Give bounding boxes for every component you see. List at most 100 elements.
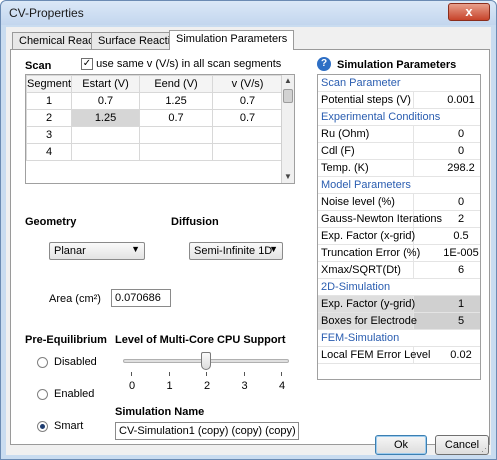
property-value[interactable]: 0.5: [418, 230, 497, 242]
eend-cell[interactable]: 0.7: [139, 109, 214, 127]
estart-cell[interactable]: 1.25: [71, 109, 141, 127]
property-divider: [413, 262, 414, 278]
close-icon: x: [465, 4, 473, 19]
property-row[interactable]: Truncation Error (%) 1E-005: [318, 245, 480, 262]
area-input[interactable]: 0.070686: [111, 289, 171, 307]
diffusion-selected-value: Semi-Infinite 1D: [194, 245, 273, 257]
property-category-label: FEM-Simulation: [321, 332, 400, 344]
geometry-select[interactable]: Planar ▼: [49, 242, 145, 260]
table-row: 2 1.25 0.7 0.7: [26, 109, 284, 127]
title-bar[interactable]: CV-Properties x: [1, 1, 496, 25]
estart-cell[interactable]: [71, 143, 141, 161]
property-row[interactable]: Local FEM Error Level 0.02: [318, 347, 480, 364]
property-value[interactable]: 0: [418, 196, 497, 208]
property-row[interactable]: Xmax/SQRT(Dt) 6: [318, 262, 480, 279]
radio-enabled-circle[interactable]: [37, 388, 48, 400]
multicore-label: Level of Multi-Core CPU Support: [115, 334, 286, 346]
geometry-selected-value: Planar: [54, 245, 86, 257]
slider-tick-label: 2: [203, 380, 211, 392]
rate-cell[interactable]: 0.7: [212, 92, 284, 110]
slider-tick-mark: [168, 372, 170, 376]
scroll-up-icon[interactable]: ▲: [282, 75, 294, 87]
property-name: Xmax/SQRT(Dt): [321, 264, 401, 276]
segment-cell: 4: [26, 143, 73, 161]
close-button[interactable]: x: [448, 3, 490, 21]
scroll-down-icon[interactable]: ▼: [282, 171, 294, 183]
property-value[interactable]: 0.02: [418, 349, 497, 361]
rate-cell[interactable]: [212, 126, 284, 144]
property-name: Exp. Factor (y-grid): [321, 298, 416, 310]
property-value[interactable]: 0.001: [418, 94, 497, 106]
property-row[interactable]: Temp. (K) 298.2: [318, 160, 480, 177]
property-category: 2D-Simulation: [318, 279, 480, 296]
property-divider: [413, 194, 414, 210]
property-category-label: Experimental Conditions: [321, 111, 441, 123]
property-category-label: Model Parameters: [321, 179, 411, 191]
slider-tick-mark: [243, 372, 245, 376]
column-header-segment[interactable]: Segment: [26, 75, 73, 93]
property-value[interactable]: 1E-005: [418, 247, 497, 259]
slider-thumb[interactable]: [201, 352, 211, 370]
property-name: Boxes for Electrode: [321, 315, 417, 327]
grid-vertical-scrollbar[interactable]: ▲ ▼: [281, 75, 294, 183]
use-same-rate-option[interactable]: ✓ use same v (V/s) in all scan segments: [81, 58, 281, 71]
property-name: Potential steps (V): [321, 94, 411, 106]
table-row: 3: [26, 126, 284, 144]
property-value[interactable]: 0: [418, 145, 497, 157]
radio-smart[interactable]: Smart: [37, 420, 83, 432]
property-name: Truncation Error (%): [321, 247, 421, 259]
property-name: Local FEM Error Level: [321, 349, 431, 361]
slider-tick-label: 0: [128, 380, 136, 392]
radio-smart-label: Smart: [54, 420, 84, 432]
chevron-down-icon: ▼: [269, 244, 278, 254]
property-row[interactable]: Boxes for Electrode 5: [318, 313, 480, 330]
radio-disabled[interactable]: Disabled: [37, 356, 97, 368]
simulation-name-label: Simulation Name: [115, 406, 205, 418]
column-header-estart[interactable]: Estart (V): [71, 75, 141, 93]
table-row: 1 0.7 1.25 0.7: [26, 92, 284, 110]
property-value[interactable]: 5: [418, 315, 497, 327]
column-header-eend[interactable]: Eend (V): [139, 75, 214, 93]
estart-cell[interactable]: 0.7: [71, 92, 141, 110]
property-row[interactable]: Potential steps (V) 0.001: [318, 92, 480, 109]
eend-cell[interactable]: 1.25: [139, 92, 214, 110]
property-category-label: 2D-Simulation: [321, 281, 391, 293]
property-row[interactable]: Exp. Factor (y-grid) 1: [318, 296, 480, 313]
eend-cell[interactable]: [139, 143, 214, 161]
use-same-rate-checkbox[interactable]: ✓: [81, 58, 93, 71]
property-value[interactable]: 2: [418, 213, 497, 225]
segment-cell: 1: [26, 92, 73, 110]
scroll-thumb[interactable]: [283, 89, 293, 103]
rate-cell[interactable]: [212, 143, 284, 161]
window-title: CV-Properties: [9, 6, 84, 20]
simulation-name-input[interactable]: CV-Simulation1 (copy) (copy) (copy) (cop…: [115, 422, 299, 440]
property-row[interactable]: Ru (Ohm) 0: [318, 126, 480, 143]
property-name: Exp. Factor (x-grid): [321, 230, 416, 242]
rate-cell[interactable]: 0.7: [212, 109, 284, 127]
column-header-rate[interactable]: v (V/s): [212, 75, 284, 93]
slider-tick-mark: [281, 372, 282, 376]
eend-cell[interactable]: [139, 126, 214, 144]
geometry-label: Geometry: [25, 216, 77, 228]
property-row[interactable]: Exp. Factor (x-grid) 0.5: [318, 228, 480, 245]
property-value[interactable]: 1: [418, 298, 497, 310]
radio-enabled[interactable]: Enabled: [37, 388, 94, 400]
diffusion-select[interactable]: Semi-Infinite 1D ▼: [189, 242, 283, 260]
property-row[interactable]: Noise level (%) 0: [318, 194, 480, 211]
sim-params-grid[interactable]: Scan Parameter Potential steps (V) 0.001 Ex…: [317, 74, 481, 380]
property-value[interactable]: 6: [418, 264, 497, 276]
property-row[interactable]: Cdl (F) 0: [318, 143, 480, 160]
ok-button[interactable]: Ok: [375, 435, 427, 455]
property-value[interactable]: 0: [418, 128, 497, 140]
property-value[interactable]: 298.2: [418, 162, 497, 174]
estart-cell[interactable]: [71, 126, 141, 144]
pre-equilibrium-label: Pre-Equilibrium: [25, 334, 107, 346]
radio-disabled-circle[interactable]: [37, 356, 48, 368]
property-divider: [413, 143, 414, 159]
scan-segments-grid[interactable]: Segment Estart (V) Eend (V) v (V/s) 1 0.…: [25, 74, 295, 184]
radio-smart-circle[interactable]: [37, 420, 48, 432]
tab-simulation-parameters[interactable]: Simulation Parameters: [169, 30, 295, 50]
multicore-slider[interactable]: 0 1 2 3 4: [123, 350, 289, 394]
resize-grip-icon[interactable]: ⋰: [481, 443, 490, 454]
property-row[interactable]: Gauss-Newton Iterations 2: [318, 211, 480, 228]
